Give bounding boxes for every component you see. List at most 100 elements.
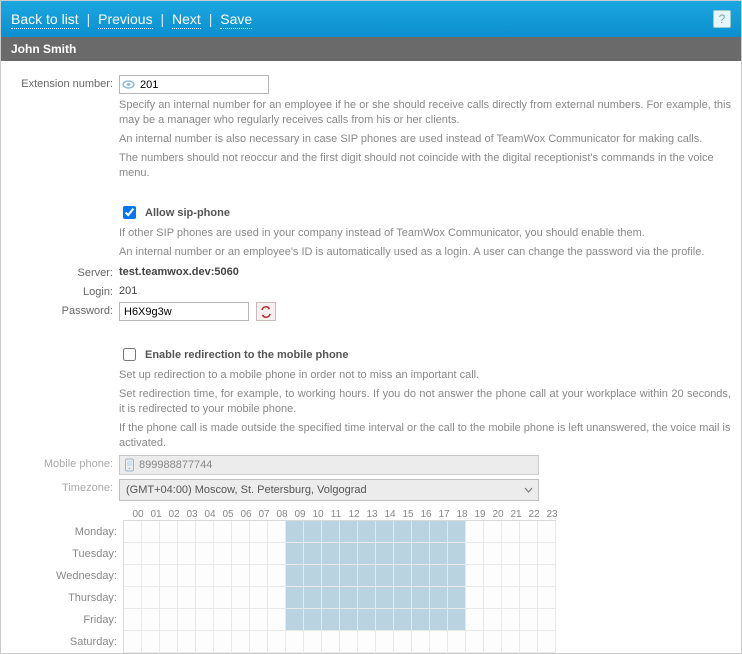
schedule-cell[interactable] (520, 609, 538, 631)
schedule-cell[interactable] (196, 587, 214, 609)
schedule-cell[interactable] (268, 609, 286, 631)
schedule-cell[interactable] (160, 631, 178, 653)
schedule-cell[interactable] (430, 609, 448, 631)
schedule-cell[interactable] (448, 609, 466, 631)
schedule-cell[interactable] (124, 543, 142, 565)
schedule-cell[interactable] (430, 543, 448, 565)
schedule-cell[interactable] (502, 543, 520, 565)
schedule-cell[interactable] (304, 521, 322, 543)
schedule-cell[interactable] (268, 521, 286, 543)
schedule-cell[interactable] (286, 543, 304, 565)
schedule-cell[interactable] (538, 565, 556, 587)
schedule-cell[interactable] (214, 543, 232, 565)
schedule-cell[interactable] (304, 587, 322, 609)
schedule-cell[interactable] (394, 631, 412, 653)
schedule-cell[interactable] (448, 543, 466, 565)
schedule-cell[interactable] (160, 609, 178, 631)
schedule-cell[interactable] (520, 631, 538, 653)
schedule-cell[interactable] (466, 521, 484, 543)
schedule-cell[interactable] (250, 609, 268, 631)
schedule-cell[interactable] (268, 543, 286, 565)
schedule-cell[interactable] (142, 609, 160, 631)
schedule-cell[interactable] (178, 609, 196, 631)
schedule-cell[interactable] (286, 587, 304, 609)
schedule-cell[interactable] (268, 631, 286, 653)
schedule-cell[interactable] (412, 609, 430, 631)
schedule-cell[interactable] (250, 587, 268, 609)
schedule-cell[interactable] (322, 631, 340, 653)
schedule-cell[interactable] (412, 565, 430, 587)
schedule-cell[interactable] (520, 521, 538, 543)
schedule-cell[interactable] (538, 521, 556, 543)
schedule-cell[interactable] (286, 565, 304, 587)
schedule-cell[interactable] (412, 521, 430, 543)
schedule-cell[interactable] (430, 521, 448, 543)
schedule-cell[interactable] (322, 521, 340, 543)
schedule-cell[interactable] (340, 543, 358, 565)
schedule-cell[interactable] (178, 521, 196, 543)
schedule-cell[interactable] (376, 609, 394, 631)
schedule-cell[interactable] (124, 565, 142, 587)
schedule-cell[interactable] (232, 587, 250, 609)
schedule-cell[interactable] (466, 609, 484, 631)
schedule-cell[interactable] (538, 609, 556, 631)
schedule-cell[interactable] (394, 587, 412, 609)
allow-sip-checkbox[interactable] (123, 206, 136, 219)
schedule-cell[interactable] (322, 587, 340, 609)
schedule-cell[interactable] (340, 609, 358, 631)
schedule-cell[interactable] (160, 543, 178, 565)
schedule-cell[interactable] (358, 609, 376, 631)
schedule-cell[interactable] (376, 587, 394, 609)
schedule-cell[interactable] (394, 565, 412, 587)
schedule-cell[interactable] (340, 587, 358, 609)
schedule-cell[interactable] (502, 609, 520, 631)
schedule-cell[interactable] (232, 609, 250, 631)
schedule-cell[interactable] (268, 587, 286, 609)
schedule-cell[interactable] (466, 631, 484, 653)
schedule-cell[interactable] (142, 521, 160, 543)
schedule-cell[interactable] (232, 631, 250, 653)
schedule-cell[interactable] (376, 631, 394, 653)
schedule-cell[interactable] (430, 587, 448, 609)
password-input[interactable] (119, 302, 249, 321)
previous-link[interactable]: Previous (98, 11, 152, 29)
schedule-cell[interactable] (502, 587, 520, 609)
schedule-cell[interactable] (250, 631, 268, 653)
schedule-cell[interactable] (214, 631, 232, 653)
schedule-cell[interactable] (142, 543, 160, 565)
schedule-cell[interactable] (448, 521, 466, 543)
schedule-cell[interactable] (466, 565, 484, 587)
schedule-cell[interactable] (178, 543, 196, 565)
schedule-cell[interactable] (358, 543, 376, 565)
save-link[interactable]: Save (220, 11, 252, 29)
schedule-cell[interactable] (142, 631, 160, 653)
schedule-cell[interactable] (376, 565, 394, 587)
help-button[interactable]: ? (713, 10, 731, 28)
schedule-cell[interactable] (484, 609, 502, 631)
next-link[interactable]: Next (172, 11, 201, 29)
schedule-cell[interactable] (520, 543, 538, 565)
schedule-cell[interactable] (268, 565, 286, 587)
schedule-cell[interactable] (196, 543, 214, 565)
schedule-cell[interactable] (412, 543, 430, 565)
schedule-cell[interactable] (232, 521, 250, 543)
schedule-cell[interactable] (412, 587, 430, 609)
extension-input[interactable] (119, 75, 269, 94)
schedule-cell[interactable] (214, 587, 232, 609)
schedule-cell[interactable] (538, 587, 556, 609)
schedule-cell[interactable] (430, 565, 448, 587)
schedule-cell[interactable] (520, 565, 538, 587)
schedule-cell[interactable] (304, 565, 322, 587)
schedule-cell[interactable] (142, 565, 160, 587)
schedule-cell[interactable] (214, 609, 232, 631)
schedule-cell[interactable] (448, 587, 466, 609)
schedule-cell[interactable] (448, 631, 466, 653)
schedule-cell[interactable] (304, 609, 322, 631)
schedule-cell[interactable] (394, 521, 412, 543)
schedule-cell[interactable] (376, 543, 394, 565)
schedule-cell[interactable] (430, 631, 448, 653)
schedule-cell[interactable] (412, 631, 430, 653)
schedule-cell[interactable] (394, 543, 412, 565)
schedule-cell[interactable] (538, 543, 556, 565)
schedule-cell[interactable] (124, 521, 142, 543)
